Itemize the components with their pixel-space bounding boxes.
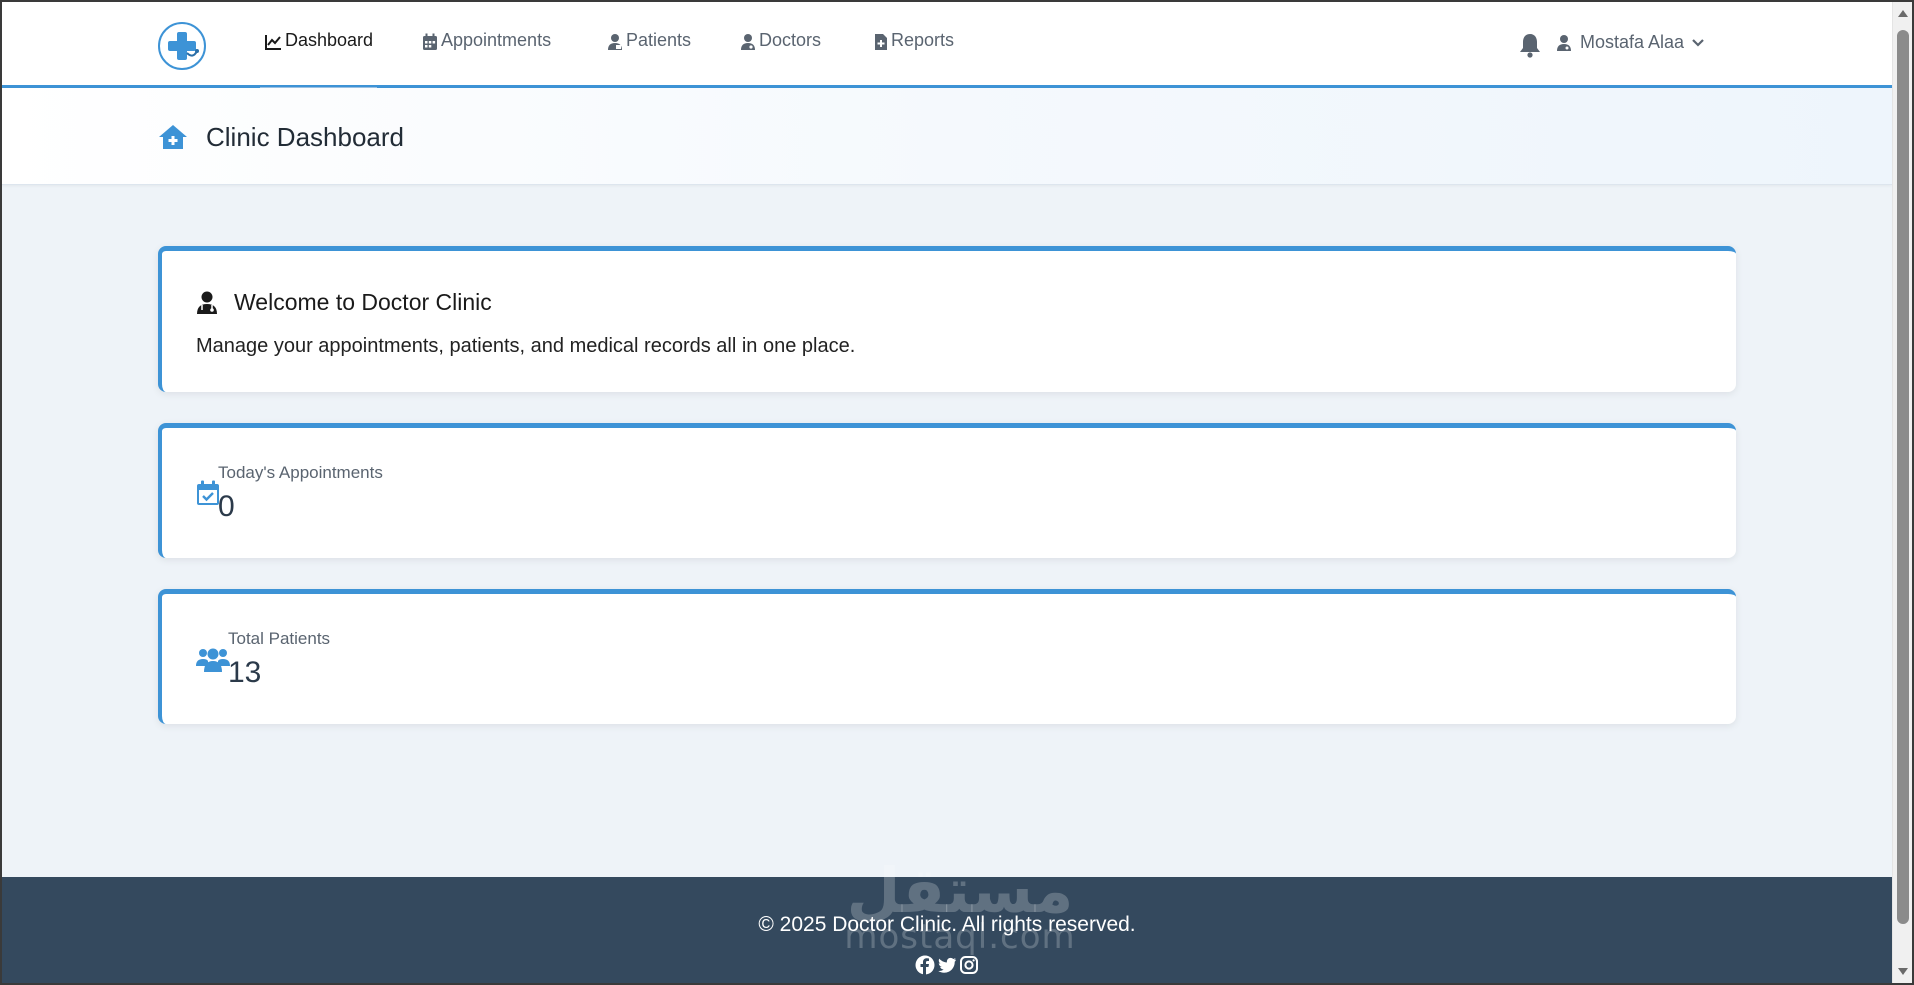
nav-doctors-label: Doctors <box>759 30 822 50</box>
nav-patients-label: Patients <box>626 30 692 50</box>
stat-value-appointments: 0 <box>218 490 235 523</box>
scroll-down-arrow-icon[interactable] <box>1898 968 1908 975</box>
medical-cross-icon <box>168 32 199 60</box>
welcome-card: Welcome to Doctor Clinic Manage your app… <box>158 246 1736 392</box>
footer-social-links <box>2 955 1892 975</box>
footer: © 2025 Doctor Clinic. All rights reserve… <box>2 877 1892 983</box>
users-icon <box>196 648 230 672</box>
user-doctor-icon <box>1557 34 1571 51</box>
calendar-icon <box>423 33 437 50</box>
bell-icon <box>1520 34 1540 58</box>
calendar-check-icon <box>197 480 219 505</box>
vertical-scrollbar[interactable] <box>1892 2 1912 983</box>
doctor-icon <box>741 34 755 50</box>
nav-doctors[interactable]: Doctors <box>740 30 821 88</box>
user-doctor-icon <box>197 291 217 314</box>
chart-line-icon <box>265 35 281 50</box>
stat-label-appointments: Today's Appointments <box>218 463 383 482</box>
page-header: Clinic Dashboard <box>2 88 1892 185</box>
nav-patients[interactable]: Patients <box>607 30 691 88</box>
home-medical-icon <box>159 125 187 149</box>
facebook-icon <box>915 955 935 975</box>
nav-dashboard[interactable]: Dashboard <box>259 30 378 89</box>
twitter-link[interactable] <box>937 955 957 975</box>
page-title: Clinic Dashboard <box>206 122 404 152</box>
nav-appointments[interactable]: Appointments <box>422 30 551 88</box>
nav-reports-label: Reports <box>891 30 955 50</box>
nav-reports[interactable]: Reports <box>874 30 954 88</box>
facebook-link[interactable] <box>915 955 935 975</box>
stat-label-patients: Total Patients <box>228 629 331 648</box>
stat-value-patients: 13 <box>228 656 262 689</box>
nav-dashboard-label: Dashboard <box>285 30 374 50</box>
stat-card-patients: Total Patients 13 <box>158 589 1736 724</box>
user-menu[interactable]: Mostafa Alaa <box>1556 32 1704 53</box>
top-navbar: Dashboard Appointments Patients Doctors … <box>2 2 1892 89</box>
nav-appointments-label: Appointments <box>441 30 552 50</box>
patient-icon <box>608 34 622 50</box>
clinic-logo[interactable] <box>158 22 206 70</box>
instagram-link[interactable] <box>959 955 979 975</box>
file-medical-icon <box>875 34 887 50</box>
welcome-title: Welcome to Doctor Clinic <box>234 289 492 315</box>
scroll-up-arrow-icon[interactable] <box>1898 10 1908 17</box>
welcome-description: Manage your appointments, patients, and … <box>196 335 856 357</box>
chevron-down-icon <box>1692 38 1704 47</box>
footer-copyright: © 2025 Doctor Clinic. All rights reserve… <box>758 913 1136 936</box>
user-name: Mostafa Alaa <box>1580 32 1685 52</box>
instagram-icon <box>960 956 978 974</box>
twitter-icon <box>938 957 956 973</box>
scrollbar-thumb[interactable] <box>1897 30 1909 924</box>
stat-card-appointments: Today's Appointments 0 <box>158 423 1736 558</box>
browser-viewport: Dashboard Appointments Patients Doctors … <box>2 2 1892 983</box>
notifications-button[interactable] <box>1518 32 1542 58</box>
